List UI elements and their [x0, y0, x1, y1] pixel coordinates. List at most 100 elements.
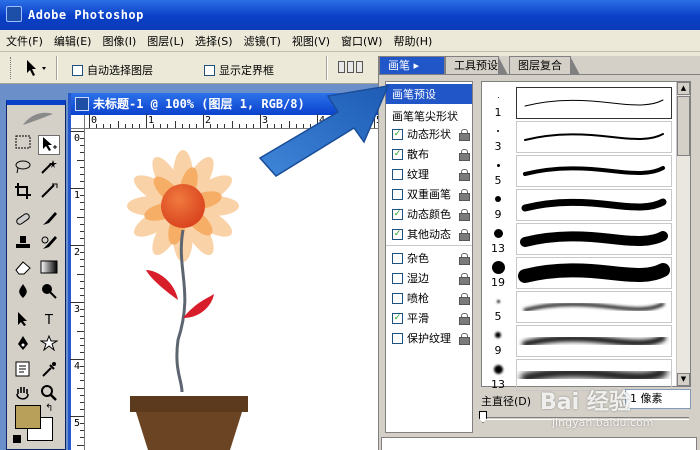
brush-option-checkbox[interactable]: ✓ — [392, 312, 403, 324]
lasso-tool-icon[interactable] — [12, 159, 34, 179]
brush-option-row[interactable]: 杂色 — [386, 248, 472, 268]
brush-option-checkbox[interactable] — [392, 252, 403, 264]
brush-option-checkbox[interactable] — [392, 332, 403, 344]
clone-stamp-tool-icon[interactable] — [12, 235, 34, 255]
lock-icon[interactable] — [459, 129, 470, 141]
lock-icon[interactable] — [459, 229, 470, 241]
foreground-color-swatch[interactable] — [15, 405, 41, 429]
vertical-ruler[interactable]: 012345 — [70, 129, 85, 450]
right-leaf — [183, 294, 214, 318]
brush-preset-item[interactable]: 9 — [482, 188, 676, 222]
menu-select[interactable]: 选择(S) — [195, 33, 233, 49]
brush-option-row[interactable]: 纹理 — [386, 164, 472, 184]
brush-option-row[interactable]: ✓ 散布 — [386, 144, 472, 164]
lock-icon[interactable] — [459, 253, 470, 265]
menu-filter[interactable]: 滤镜(T) — [244, 33, 281, 49]
eraser-tool-icon[interactable] — [12, 259, 34, 279]
brush-presets-item[interactable]: 画笔预设 — [386, 84, 472, 104]
brush-option-row[interactable]: ✓ 其他动态 — [386, 224, 472, 244]
scroll-thumb[interactable] — [677, 96, 690, 156]
brush-preset-item[interactable]: 5 — [482, 154, 676, 188]
type-tool-icon[interactable]: T — [38, 311, 60, 331]
photoshop-logo-icon — [6, 6, 22, 22]
brush-option-row[interactable]: ✓ 动态颜色 — [386, 204, 472, 224]
healing-brush-tool-icon[interactable] — [12, 211, 34, 231]
slice-tool-icon[interactable] — [38, 183, 60, 203]
ruler-tick — [80, 195, 84, 197]
menu-edit[interactable]: 编辑(E) — [54, 33, 92, 49]
brush-preset-item[interactable]: 1 — [482, 86, 676, 120]
show-bounds-box[interactable] — [204, 64, 215, 76]
brush-preset-item[interactable]: 9 — [482, 324, 676, 358]
ruler-tick — [77, 216, 84, 218]
marquee-tool-icon[interactable] — [12, 135, 34, 155]
brush-option-row[interactable]: 喷枪 — [386, 288, 472, 308]
brush-option-label: 保护纹理 — [407, 332, 451, 345]
brush-preset-item[interactable]: 19 — [482, 256, 676, 290]
brush-option-row[interactable]: 双重画笔 — [386, 184, 472, 204]
options-bar-grip[interactable] — [10, 57, 13, 79]
menu-layer[interactable]: 图层(L) — [147, 33, 184, 49]
zoom-tool-icon[interactable] — [38, 385, 60, 405]
brush-preset-item[interactable]: 5 — [482, 290, 676, 324]
hand-tool-icon[interactable] — [12, 385, 34, 405]
path-selection-tool-icon[interactable] — [12, 311, 34, 331]
auto-select-layer-box[interactable] — [72, 64, 83, 76]
ruler-tick — [70, 302, 84, 303]
lock-icon[interactable] — [459, 273, 470, 285]
ruler-tick — [70, 245, 84, 246]
dodge-tool-icon[interactable] — [38, 283, 60, 303]
menu-image[interactable]: 图像(I) — [102, 33, 136, 49]
ruler-tick — [80, 259, 84, 261]
pen-tool-icon[interactable] — [12, 335, 34, 355]
swap-colors-icon[interactable]: ↰ — [45, 403, 53, 414]
brush-option-checkbox[interactable]: ✓ — [392, 208, 403, 220]
ruler-tick — [80, 351, 84, 353]
diameter-slider-knob[interactable] — [479, 411, 487, 423]
ruler-tick — [77, 387, 84, 389]
brush-option-row[interactable]: 保护纹理 — [386, 328, 472, 348]
brush-option-checkbox[interactable] — [392, 272, 403, 284]
lock-icon[interactable] — [459, 333, 470, 345]
ruler-origin[interactable] — [71, 115, 85, 129]
brush-tool-icon[interactable] — [38, 211, 60, 231]
brush-option-row[interactable]: ✓ 动态形状 — [386, 124, 472, 144]
notes-tool-icon[interactable] — [12, 361, 34, 381]
brush-option-checkbox[interactable]: ✓ — [392, 228, 403, 240]
ruler-tick — [124, 124, 126, 128]
gradient-tool-icon[interactable] — [38, 259, 60, 279]
brush-option-row[interactable]: 湿边 — [386, 268, 472, 288]
eyedropper-tool-icon[interactable] — [38, 361, 60, 381]
magic-wand-tool-icon[interactable] — [38, 159, 60, 179]
tab-tool-presets[interactable]: 工具预设 — [445, 56, 508, 75]
move-tool-preset-icon[interactable] — [24, 58, 46, 78]
brush-option-checkbox[interactable] — [392, 292, 403, 304]
brush-preset-item[interactable]: 13 — [482, 222, 676, 256]
ruler-tick — [80, 430, 84, 432]
lock-icon[interactable] — [459, 189, 470, 201]
crop-tool-icon[interactable] — [12, 183, 34, 203]
tab-layer-comps[interactable]: 图层复合 — [509, 56, 580, 75]
history-brush-tool-icon[interactable] — [38, 235, 60, 255]
lock-icon[interactable] — [459, 313, 470, 325]
lock-icon[interactable] — [459, 149, 470, 161]
lock-icon[interactable] — [459, 209, 470, 221]
auto-select-layer-checkbox[interactable]: 自动选择图层 — [72, 62, 153, 78]
lock-icon[interactable] — [459, 169, 470, 181]
blur-tool-icon[interactable] — [12, 283, 34, 303]
menu-window[interactable]: 窗口(W) — [341, 33, 382, 49]
custom-shape-tool-icon[interactable] — [38, 334, 60, 355]
menu-file[interactable]: 文件(F) — [6, 33, 43, 49]
app-title-bar[interactable]: Adobe Photoshop — [0, 0, 700, 30]
default-colors-icon[interactable] — [13, 435, 21, 443]
brush-tip-shape-item[interactable]: 画笔笔尖形状 — [386, 106, 472, 126]
brush-preset-item[interactable]: 3 — [482, 120, 676, 154]
ruler-tick — [77, 159, 84, 161]
menu-help[interactable]: 帮助(H) — [393, 33, 432, 49]
brush-option-row[interactable]: ✓ 平滑 — [386, 308, 472, 328]
lock-icon[interactable] — [459, 293, 470, 305]
menu-view[interactable]: 视图(V) — [292, 33, 330, 49]
preset-scrollbar[interactable]: ▲ ▼ — [676, 82, 690, 386]
scroll-up-icon[interactable]: ▲ — [677, 82, 690, 95]
move-tool-icon[interactable] — [38, 135, 60, 155]
